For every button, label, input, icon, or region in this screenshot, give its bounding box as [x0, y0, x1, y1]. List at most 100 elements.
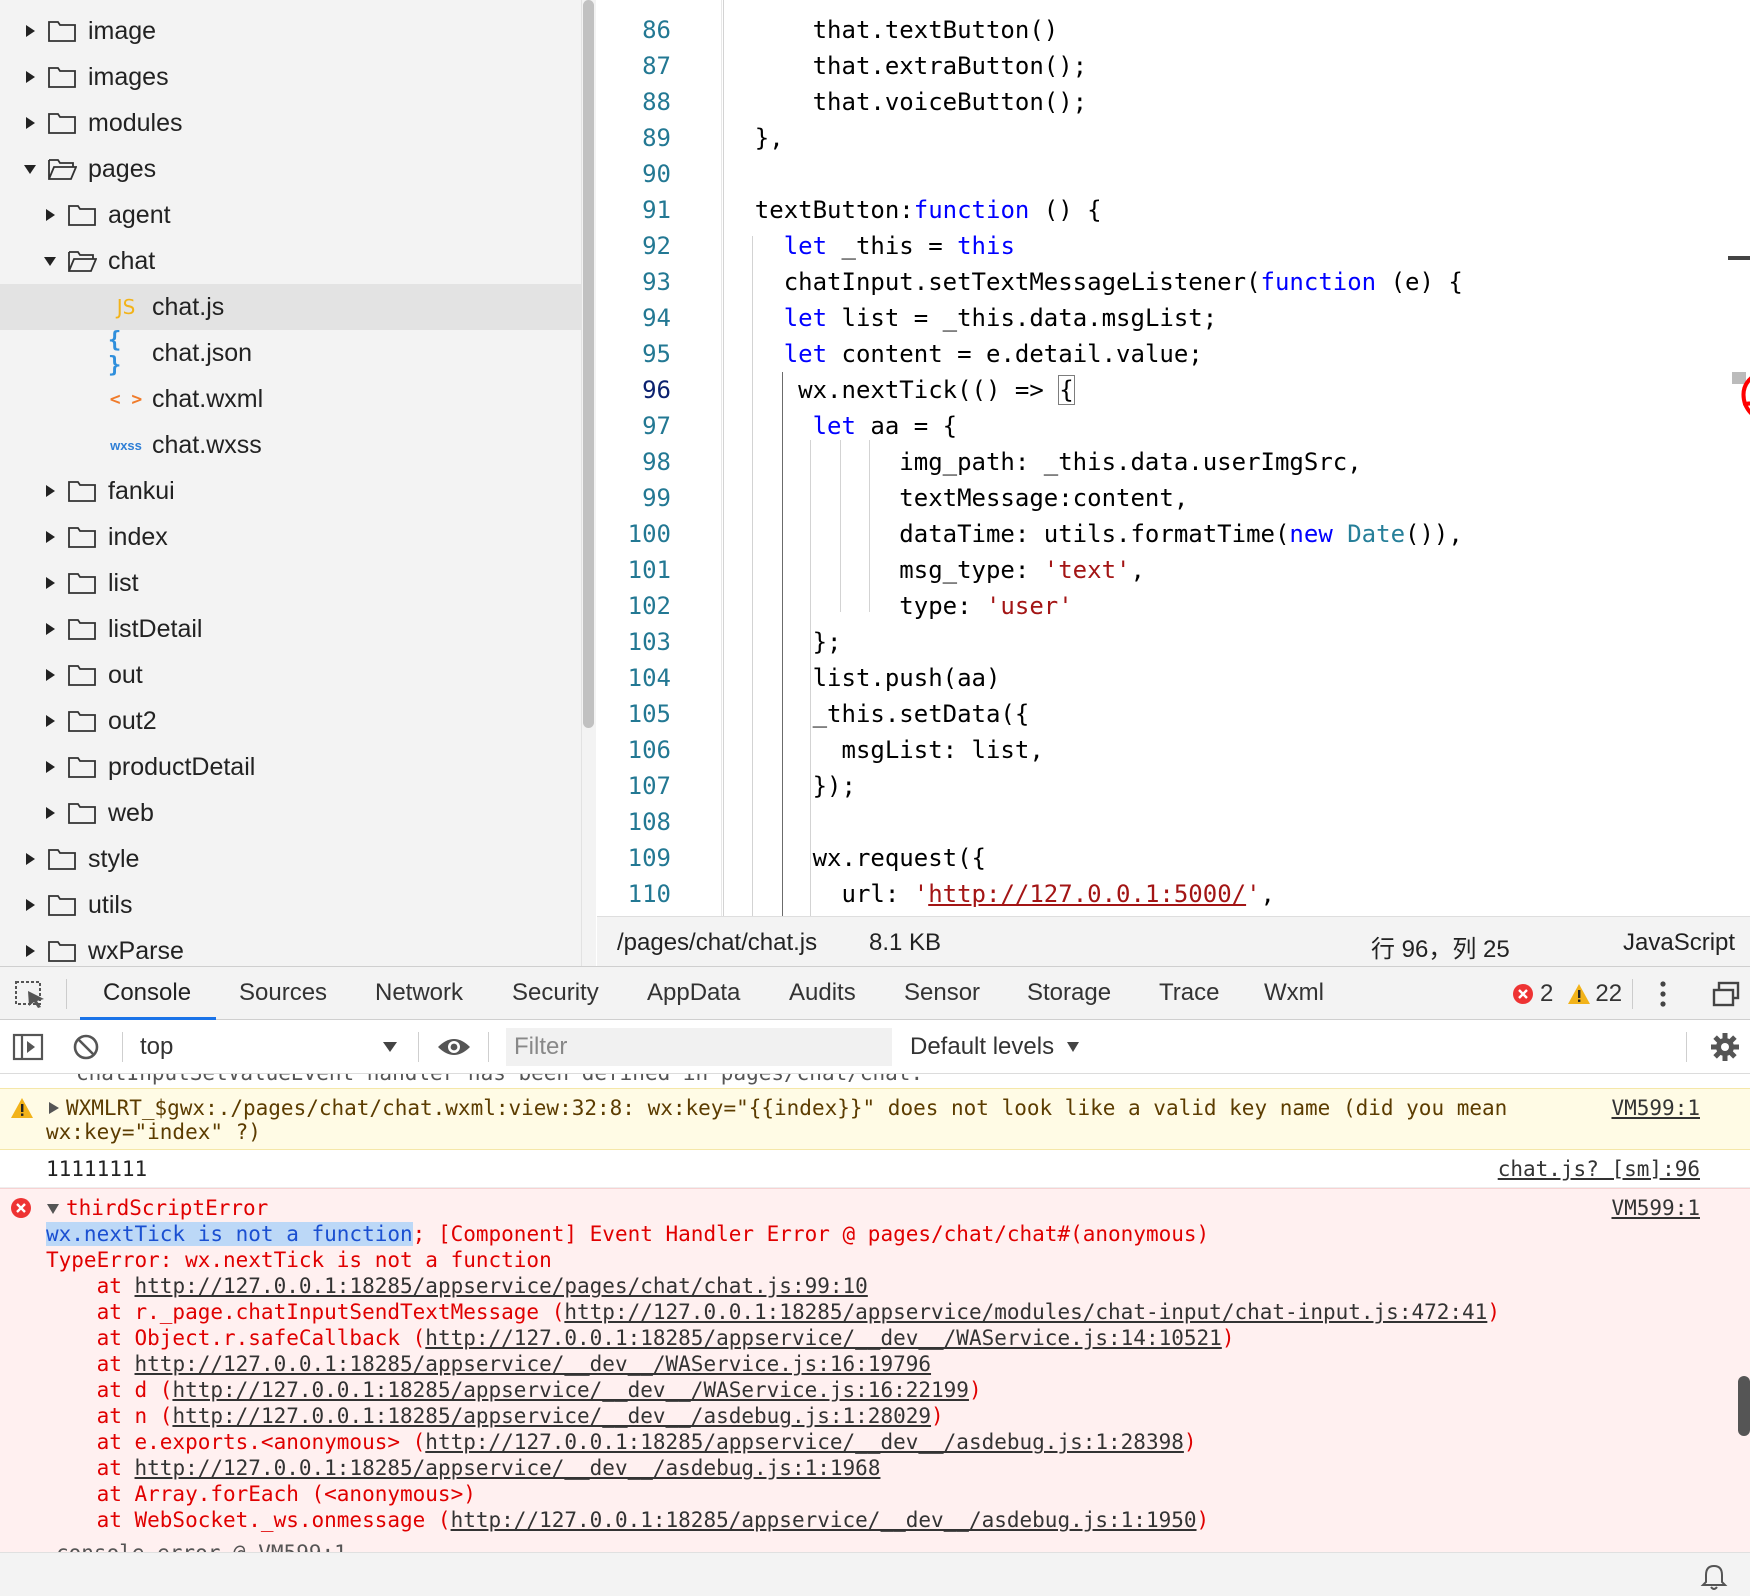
code-line[interactable]: dataTime: utils.formatTime(new Date()),: [697, 516, 1463, 552]
code-line[interactable]: },: [697, 120, 784, 156]
stack-frame-link[interactable]: http://127.0.0.1:18285/appservice/module…: [564, 1300, 1487, 1324]
error-source-link[interactable]: VM599:1: [1611, 1195, 1700, 1221]
tree-item-image[interactable]: image: [0, 8, 582, 54]
tree-item-chat-wxss[interactable]: wxss chat.wxss: [0, 422, 582, 468]
tree-item-web[interactable]: web: [0, 790, 582, 836]
tree-item-listdetail[interactable]: listDetail: [0, 606, 582, 652]
collapse-caret-icon[interactable]: [46, 1203, 60, 1215]
line-number[interactable]: 88: [597, 84, 671, 120]
stack-frame-link[interactable]: http://127.0.0.1:18285/appservice/__dev_…: [172, 1378, 969, 1402]
code-line[interactable]: let aa = {: [697, 408, 958, 444]
tab-network[interactable]: Network: [375, 967, 463, 1021]
line-number[interactable]: 94: [597, 300, 671, 336]
caret-right-icon[interactable]: [38, 479, 62, 503]
line-number[interactable]: 96: [597, 372, 671, 408]
line-number[interactable]: 100: [597, 516, 671, 552]
tree-item-chat-json[interactable]: { } chat.json: [0, 328, 582, 378]
tab-audits[interactable]: Audits: [789, 967, 856, 1021]
line-number[interactable]: 103: [597, 624, 671, 660]
caret-right-icon[interactable]: [18, 893, 42, 917]
code-line[interactable]: let content = e.detail.value;: [697, 336, 1203, 372]
tree-item-list[interactable]: list: [0, 560, 582, 606]
tree-item-productdetail[interactable]: productDetail: [0, 744, 582, 790]
caret-down-icon[interactable]: [38, 249, 62, 273]
code-line[interactable]: msgList: list,: [697, 732, 1043, 768]
issue-counter[interactable]: 2 22: [1512, 967, 1622, 1021]
tree-item-agent[interactable]: agent: [0, 192, 582, 238]
tab-sensor[interactable]: Sensor: [904, 967, 980, 1021]
code-line[interactable]: msg_type: 'text',: [697, 552, 1145, 588]
tree-item-chat-wxml[interactable]: < > chat.wxml: [0, 376, 582, 422]
tree-item-fankui[interactable]: fankui: [0, 468, 582, 514]
line-number[interactable]: 93: [597, 264, 671, 300]
code-line[interactable]: _this.setData({: [697, 696, 1030, 732]
line-number[interactable]: 102: [597, 588, 671, 624]
line-number[interactable]: 110: [597, 876, 671, 912]
tree-item-utils[interactable]: utils: [0, 882, 582, 928]
caret-right-icon[interactable]: [38, 571, 62, 595]
caret-right-icon[interactable]: [18, 847, 42, 871]
eye-icon[interactable]: [436, 1034, 472, 1060]
code-line[interactable]: that.extraButton();: [697, 48, 1088, 84]
line-number[interactable]: 89: [597, 120, 671, 156]
code-line[interactable]: };: [697, 624, 842, 660]
line-number[interactable]: 98: [597, 444, 671, 480]
chevron-down-icon[interactable]: [382, 1040, 398, 1054]
code-line[interactable]: let _this = this: [697, 228, 1015, 264]
tree-item-modules[interactable]: modules: [0, 100, 582, 146]
line-number[interactable]: 90: [597, 156, 671, 192]
line-number[interactable]: 104: [597, 660, 671, 696]
caret-right-icon[interactable]: [18, 111, 42, 135]
expand-caret-icon[interactable]: [48, 1101, 60, 1115]
tab-storage[interactable]: Storage: [1027, 967, 1111, 1021]
tree-item-images[interactable]: images: [0, 54, 582, 100]
line-number[interactable]: 108: [597, 804, 671, 840]
caret-down-icon[interactable]: [18, 157, 42, 181]
inspect-element-icon[interactable]: [14, 979, 48, 1009]
code-line[interactable]: img_path: _this.data.userImgSrc,: [697, 444, 1361, 480]
tree-item-chat-js[interactable]: JS chat.js: [0, 284, 582, 330]
tree-item-chat[interactable]: chat: [0, 238, 582, 284]
tab-console[interactable]: Console: [103, 967, 191, 1021]
tab-security[interactable]: Security: [512, 967, 599, 1021]
line-number[interactable]: 87: [597, 48, 671, 84]
console-scrollbar-thumb[interactable]: [1738, 1376, 1750, 1436]
line-number[interactable]: 99: [597, 480, 671, 516]
show-sidebar-icon[interactable]: [12, 1033, 44, 1061]
code-line[interactable]: list.push(aa): [697, 660, 1001, 696]
line-number[interactable]: 105: [597, 696, 671, 732]
tree-item-index[interactable]: index: [0, 514, 582, 560]
settings-gear-icon[interactable]: [1710, 1032, 1740, 1062]
line-number[interactable]: 86: [597, 12, 671, 48]
code-editor[interactable]: 86 that.textButton() 87 that.extraButton(…: [597, 0, 1750, 916]
caret-right-icon[interactable]: [38, 801, 62, 825]
stack-frame-link[interactable]: http://127.0.0.1:18285/appservice/__dev_…: [135, 1352, 932, 1376]
language-mode[interactable]: JavaScript: [1623, 929, 1735, 957]
caret-right-icon[interactable]: [18, 939, 42, 963]
console-error-message[interactable]: thirdScriptError VM599:1 wx.nextTick is …: [0, 1188, 1750, 1552]
line-number[interactable]: 92: [597, 228, 671, 264]
line-number[interactable]: 106: [597, 732, 671, 768]
stack-frame-link[interactable]: http://127.0.0.1:18285/appservice/__dev_…: [425, 1326, 1222, 1350]
tree-item-pages[interactable]: pages: [0, 146, 582, 192]
line-number[interactable]: 107: [597, 768, 671, 804]
tree-scrollbar-thumb[interactable]: [583, 0, 594, 728]
tab-wxml[interactable]: Wxml: [1264, 967, 1324, 1021]
filter-input[interactable]: [506, 1028, 892, 1066]
context-selector[interactable]: top: [140, 1020, 173, 1074]
code-line[interactable]: });: [697, 768, 856, 804]
console-log-message[interactable]: 11111111 chat.js? [sm]:96: [0, 1150, 1750, 1188]
warning-source-link[interactable]: VM599:1: [1611, 1095, 1700, 1121]
stack-frame-link[interactable]: http://127.0.0.1:18285/appservice/__dev_…: [425, 1430, 1184, 1454]
caret-right-icon[interactable]: [38, 663, 62, 687]
stack-frame-link[interactable]: http://127.0.0.1:18285/appservice/pages/…: [135, 1274, 868, 1298]
tree-item-out[interactable]: out: [0, 652, 582, 698]
caret-right-icon[interactable]: [38, 709, 62, 733]
stack-frame-link[interactable]: http://127.0.0.1:18285/appservice/__dev_…: [451, 1508, 1197, 1532]
cursor-position[interactable]: 行 96，列 25: [1371, 929, 1510, 964]
code-line[interactable]: let list = _this.data.msgList;: [697, 300, 1218, 336]
line-number[interactable]: 97: [597, 408, 671, 444]
caret-right-icon[interactable]: [38, 755, 62, 779]
log-source-link[interactable]: chat.js? [sm]:96: [1498, 1156, 1700, 1182]
tab-sources[interactable]: Sources: [239, 967, 327, 1021]
